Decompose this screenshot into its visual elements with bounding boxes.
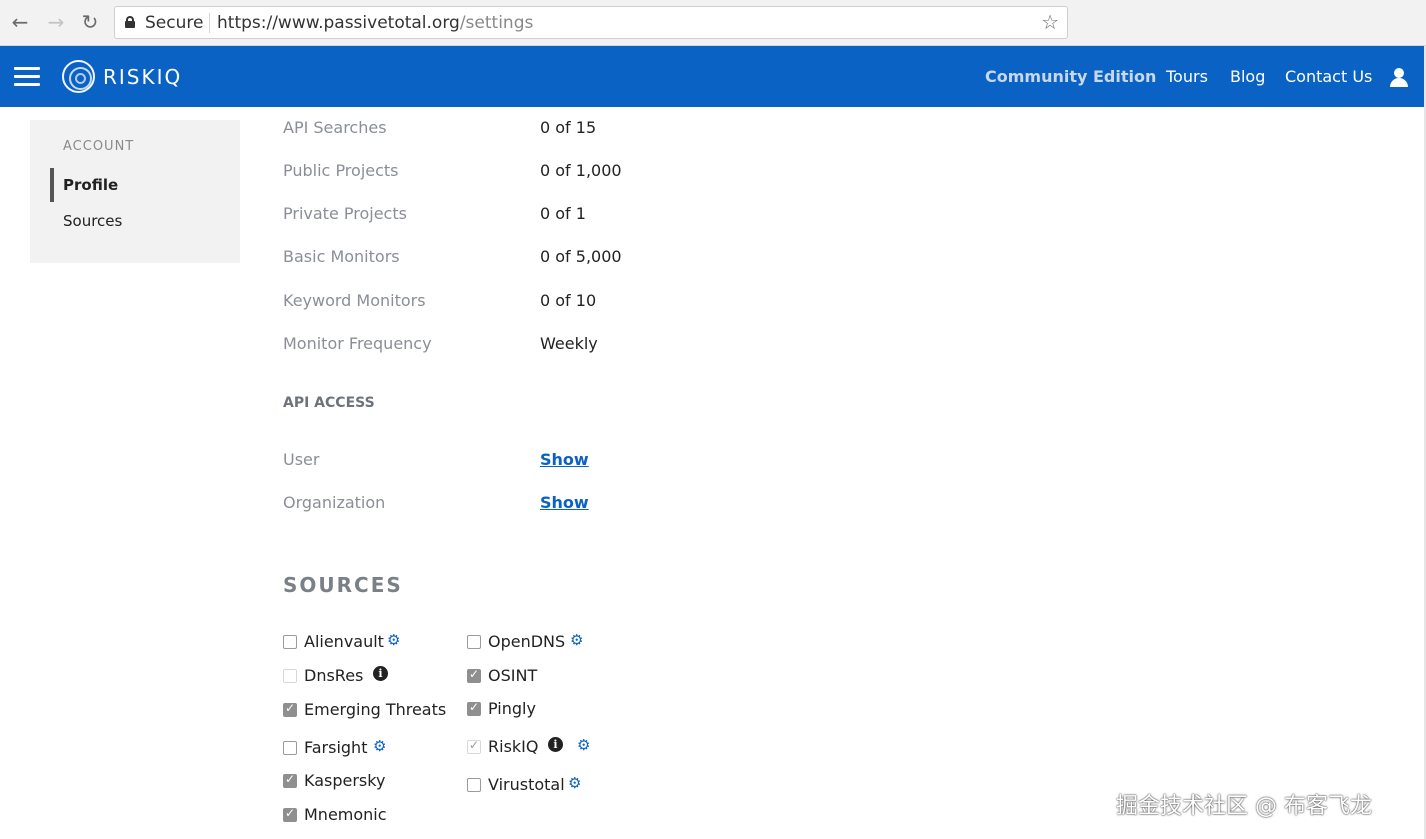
quota-value: Weekly (540, 334, 598, 353)
source-name: Virustotal (488, 775, 565, 794)
source-name: Alienvault (304, 632, 384, 651)
api-access-row: User Show (283, 450, 783, 474)
source-name: Pingly (488, 699, 536, 718)
quota-value: 0 of 1 (540, 204, 586, 223)
checkbox[interactable] (283, 772, 297, 788)
gear-icon[interactable]: ⚙ (568, 774, 581, 792)
user-icon[interactable] (1389, 68, 1409, 88)
url-text[interactable]: https://www.passivetotal.org/settings (217, 13, 533, 33)
logo-text[interactable]: RISKIQ (103, 65, 182, 89)
settings-main: API Searches 0 of 15 Public Projects 0 o… (283, 108, 983, 839)
quota-value: 0 of 10 (540, 291, 597, 310)
quota-row: API Searches 0 of 15 (283, 118, 783, 142)
gear-icon[interactable]: ⚙ (577, 736, 590, 754)
api-access-row: Organization Show (283, 493, 783, 517)
checkbox[interactable] (283, 635, 297, 649)
source-name: OSINT (488, 666, 538, 685)
watermark: 掘金技术社区 @ 布客飞龙 (1116, 794, 1372, 819)
source-name: OpenDNS (488, 632, 566, 651)
quota-row: Monitor Frequency Weekly (283, 334, 783, 358)
sidebar-heading: ACCOUNT (63, 139, 135, 154)
active-indicator (50, 168, 54, 202)
source-name: Kaspersky (304, 771, 386, 790)
checkbox[interactable] (467, 635, 481, 649)
quota-label: Private Projects (283, 204, 407, 223)
source-name: DnsRes (304, 666, 364, 685)
quota-row: Public Projects 0 of 1,000 (283, 161, 783, 185)
quota-value: 0 of 1,000 (540, 161, 622, 180)
quota-label: API Searches (283, 118, 387, 137)
riskiq-logo-icon[interactable] (62, 60, 95, 93)
source-name: Farsight (304, 738, 368, 757)
sidebar-item-profile[interactable]: Profile (63, 176, 118, 194)
checkbox[interactable] (283, 669, 297, 683)
info-icon[interactable]: i (548, 737, 563, 752)
address-bar[interactable]: Secure https://www.passivetotal.org/sett… (114, 6, 1068, 39)
nav-tours[interactable]: Tours (1166, 67, 1208, 86)
checkbox[interactable] (467, 700, 481, 716)
quota-label: Keyword Monitors (283, 291, 426, 310)
checkbox[interactable] (283, 701, 297, 717)
gear-icon[interactable]: ⚙ (570, 631, 583, 649)
source-name: Emerging Threats (304, 700, 447, 719)
browser-toolbar: ← → ↻ Secure https://www.passivetotal.or… (0, 0, 1426, 46)
api-access-label: User (283, 450, 320, 469)
gear-icon[interactable]: ⚙ (373, 737, 386, 755)
checkbox[interactable] (467, 778, 481, 792)
gear-icon[interactable]: ⚙ (387, 631, 400, 649)
nav-blog[interactable]: Blog (1230, 67, 1265, 86)
api-access-heading: API ACCESS (283, 395, 375, 411)
address-separator (209, 13, 210, 33)
url-path: /settings (459, 13, 534, 33)
quota-row: Private Projects 0 of 1 (283, 204, 783, 228)
quota-row: Basic Monitors 0 of 5,000 (283, 247, 783, 271)
quota-label: Public Projects (283, 161, 399, 180)
checkbox[interactable] (283, 806, 297, 822)
quota-label: Basic Monitors (283, 247, 400, 266)
info-icon[interactable]: i (373, 666, 388, 681)
secure-label: Secure (145, 13, 204, 33)
sidebar-item-sources[interactable]: Sources (63, 212, 122, 230)
source-name: RiskIQ (488, 737, 539, 756)
settings-sidebar: ACCOUNT Profile Sources (30, 120, 240, 263)
bookmark-star-icon[interactable]: ☆ (1041, 10, 1059, 34)
show-user-key-link[interactable]: Show (540, 450, 589, 469)
nav-community-edition[interactable]: Community Edition (985, 67, 1156, 86)
menu-icon[interactable] (14, 67, 40, 87)
sources-title: SOURCES (283, 573, 403, 597)
reload-icon[interactable]: ↻ (78, 10, 102, 34)
quota-row: Keyword Monitors 0 of 10 (283, 291, 783, 315)
checkbox[interactable] (467, 667, 481, 683)
checkbox[interactable] (283, 741, 297, 755)
url-host: https://www.passivetotal.org (217, 13, 460, 33)
quota-value: 0 of 5,000 (540, 247, 622, 266)
app-header: RISKIQ Community Edition Tours Blog Cont… (0, 46, 1426, 107)
quota-label: Monitor Frequency (283, 334, 432, 353)
back-arrow-icon[interactable]: ← (8, 10, 32, 34)
nav-contact-us[interactable]: Contact Us (1285, 67, 1372, 86)
lock-icon (125, 16, 135, 28)
checkbox[interactable] (467, 738, 481, 754)
api-access-label: Organization (283, 493, 386, 512)
show-org-key-link[interactable]: Show (540, 493, 589, 512)
forward-arrow-icon[interactable]: → (44, 10, 68, 34)
source-name: Mnemonic (304, 805, 387, 824)
quota-value: 0 of 15 (540, 118, 597, 137)
